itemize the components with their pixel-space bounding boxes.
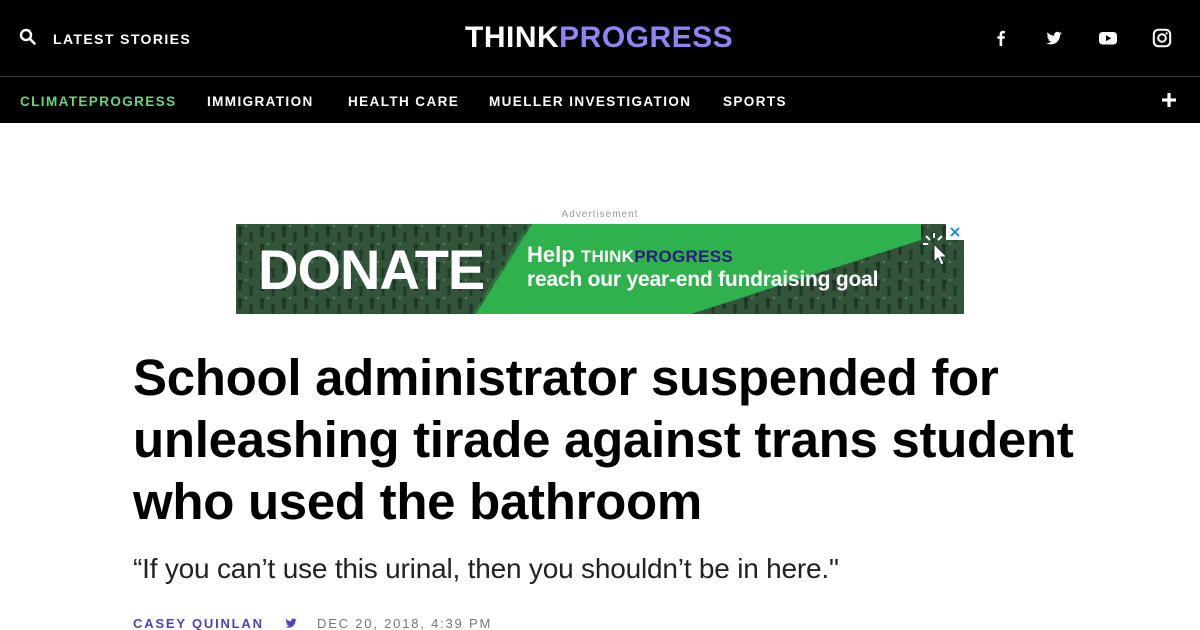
nav-item-health-care[interactable]: HEALTH CARE xyxy=(348,94,459,109)
article-dek: “If you can’t use this urinal, then you … xyxy=(133,553,839,584)
latest-stories-link[interactable]: LATEST STORIES xyxy=(53,31,191,47)
plus-icon[interactable] xyxy=(1161,92,1177,108)
ad-brand-think: THINK xyxy=(580,247,635,266)
site-logo[interactable]: THINKPROGRESS xyxy=(465,21,733,55)
logo-progress: PROGRESS xyxy=(559,21,734,54)
section-nav: CLIMATEPROGRESS IMMIGRATION HEALTH CARE … xyxy=(0,77,1200,123)
ad-donate-text: DONATE xyxy=(258,238,485,301)
facebook-icon[interactable] xyxy=(990,27,1012,49)
nav-item-sports[interactable]: SPORTS xyxy=(723,94,787,109)
author-link[interactable]: CASEY QUINLAN xyxy=(133,616,264,630)
ad-brand-progress: PROGRESS xyxy=(634,247,734,266)
youtube-icon[interactable] xyxy=(1097,27,1119,49)
top-bar: LATEST STORIES THINKPROGRESS xyxy=(0,0,1200,76)
ad-brand: THINKPROGRESS xyxy=(581,247,733,266)
ad-close-button[interactable] xyxy=(946,224,964,240)
nav-item-climateprogress[interactable]: CLIMATEPROGRESS xyxy=(20,94,177,109)
search-icon[interactable] xyxy=(19,28,37,46)
donate-ad-banner[interactable]: DONATE Help THINKPROGRESS reach our year… xyxy=(236,224,964,314)
ad-goal-text: reach our year-end fundraising goal xyxy=(527,268,879,291)
instagram-icon[interactable] xyxy=(1151,27,1173,49)
ad-help-text: Help xyxy=(527,242,575,267)
twitter-icon[interactable] xyxy=(1043,27,1065,49)
publish-date: DEC 20, 2018, 4:39 PM xyxy=(317,616,493,630)
ad-label: Advertisement xyxy=(561,209,639,220)
nav-item-immigration[interactable]: IMMIGRATION xyxy=(207,94,314,109)
nav-item-mueller-investigation[interactable]: MUELLER INVESTIGATION xyxy=(489,94,691,109)
twitter-icon[interactable] xyxy=(283,615,299,630)
logo-think: THINK xyxy=(465,21,560,54)
article-headline: School administrator suspended for unlea… xyxy=(133,349,1074,530)
ad-help-line: Help THINKPROGRESS xyxy=(527,242,733,270)
